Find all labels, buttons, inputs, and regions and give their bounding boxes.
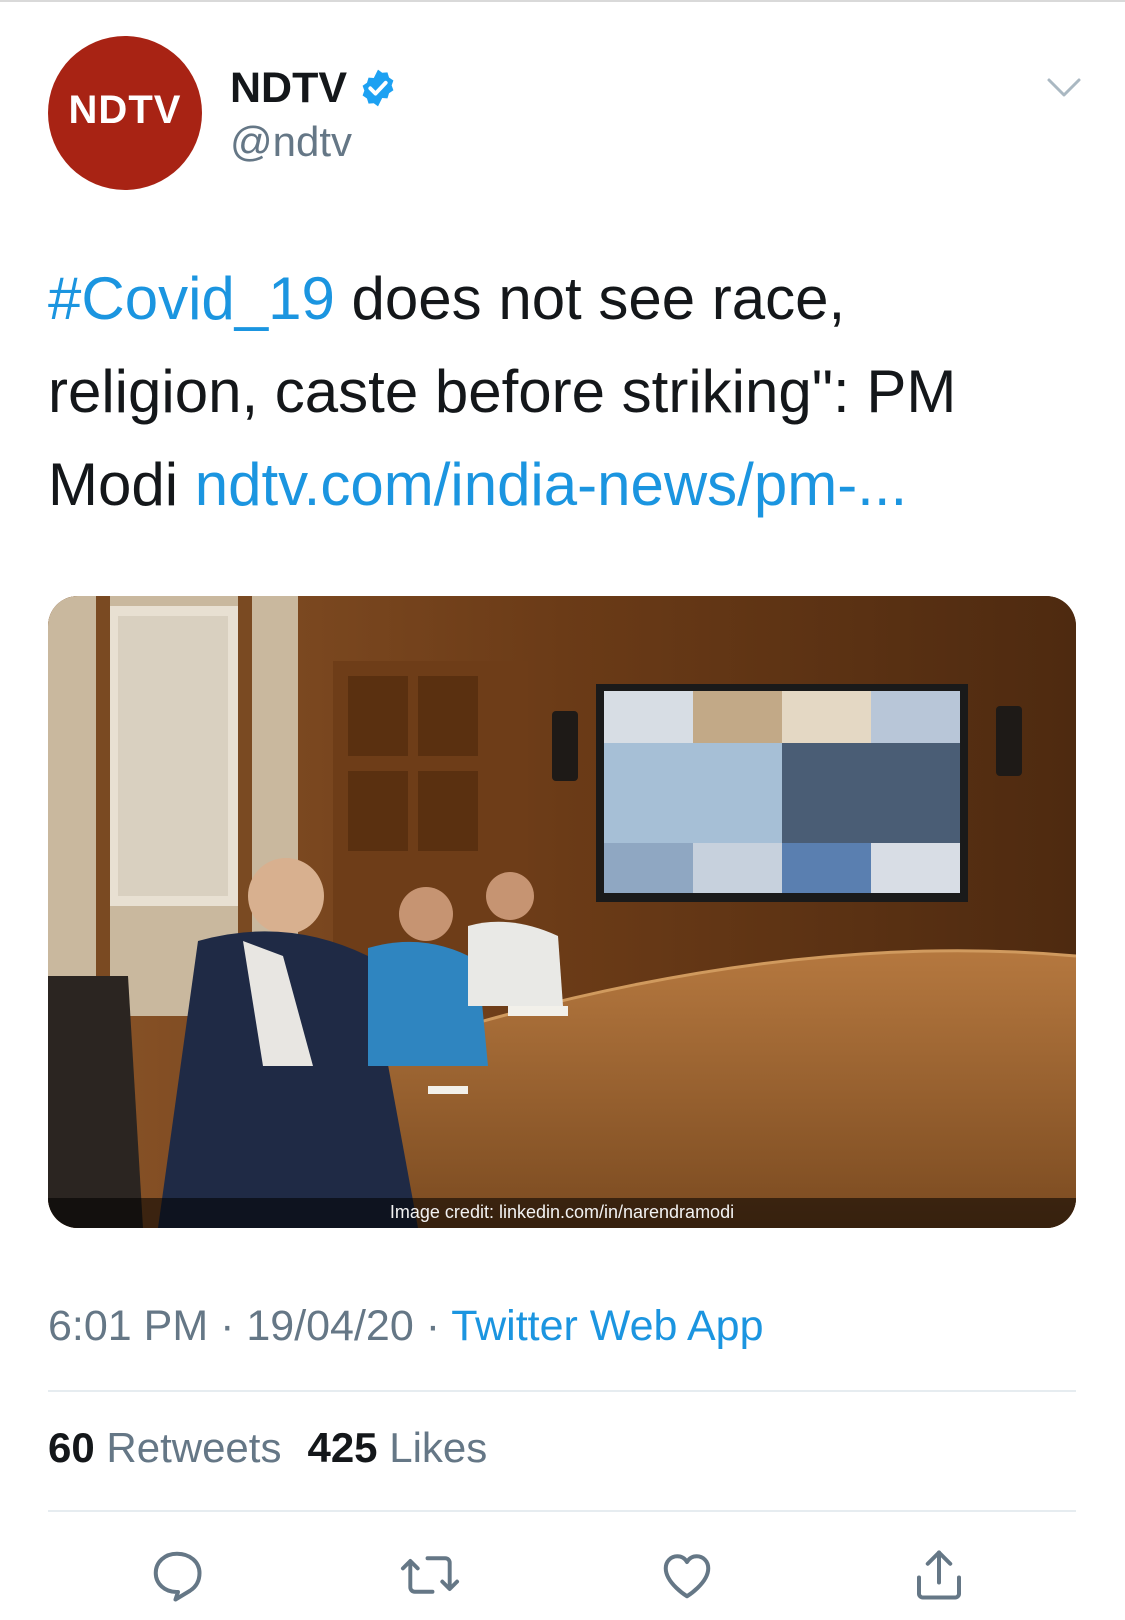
tweet-actions	[0, 1540, 1125, 1620]
retweets-count: 60	[48, 1424, 95, 1471]
likes-label: Likes	[377, 1424, 488, 1471]
top-divider	[0, 0, 1125, 2]
share-button[interactable]	[904, 1540, 974, 1610]
meta-separator: ·	[413, 1302, 452, 1350]
article-link[interactable]: ndtv.com/india-news/pm-...	[195, 451, 907, 518]
tweet-source[interactable]: Twitter Web App	[451, 1302, 763, 1350]
divider	[48, 1510, 1076, 1512]
heart-icon	[663, 1554, 711, 1599]
tweet-date[interactable]: 19/04/20	[246, 1302, 413, 1350]
tweet-time[interactable]: 6:01 PM	[48, 1302, 208, 1350]
likes-count: 425	[307, 1424, 378, 1471]
avatar-logo-text: NDTV	[68, 88, 182, 132]
reply-button[interactable]	[142, 1540, 212, 1610]
user-block[interactable]: NDTV @ndtv	[230, 60, 399, 166]
user-handle[interactable]: @ndtv	[230, 118, 399, 166]
verified-badge-icon	[362, 69, 394, 107]
reply-icon	[153, 1551, 202, 1602]
display-name[interactable]: NDTV	[230, 64, 347, 113]
share-icon	[917, 1550, 961, 1600]
tweet-header: NDTV NDTV @ndtv	[48, 36, 1088, 192]
avatar[interactable]: NDTV	[48, 36, 202, 190]
meta-separator: ·	[208, 1302, 247, 1350]
image-credit: Image credit: linkedin.com/in/narendramo…	[389, 1202, 735, 1222]
likes-stat[interactable]: 425 Likes	[307, 1424, 487, 1471]
retweets-label: Retweets	[94, 1424, 282, 1471]
chevron-down-icon[interactable]	[1046, 76, 1082, 100]
like-button[interactable]	[652, 1540, 722, 1610]
photo-illustration	[48, 596, 1076, 1228]
divider	[48, 1390, 1076, 1392]
name-row: NDTV	[230, 60, 399, 116]
tweet-text: #Covid_19 does not see race, religion, c…	[48, 252, 1048, 531]
tweet-stats: 60 Retweets 425 Likes	[48, 1424, 487, 1472]
hashtag-link[interactable]: #Covid_19	[48, 265, 335, 332]
retweets-stat[interactable]: 60 Retweets	[48, 1424, 281, 1471]
tweet-photo[interactable]: Image credit: linkedin.com/in/narendramo…	[48, 596, 1076, 1228]
retweet-button[interactable]	[395, 1540, 465, 1610]
retweet-icon	[400, 1556, 460, 1594]
tweet-meta: 6:01 PM · 19/04/20 · Twitter Web App	[48, 1302, 763, 1351]
